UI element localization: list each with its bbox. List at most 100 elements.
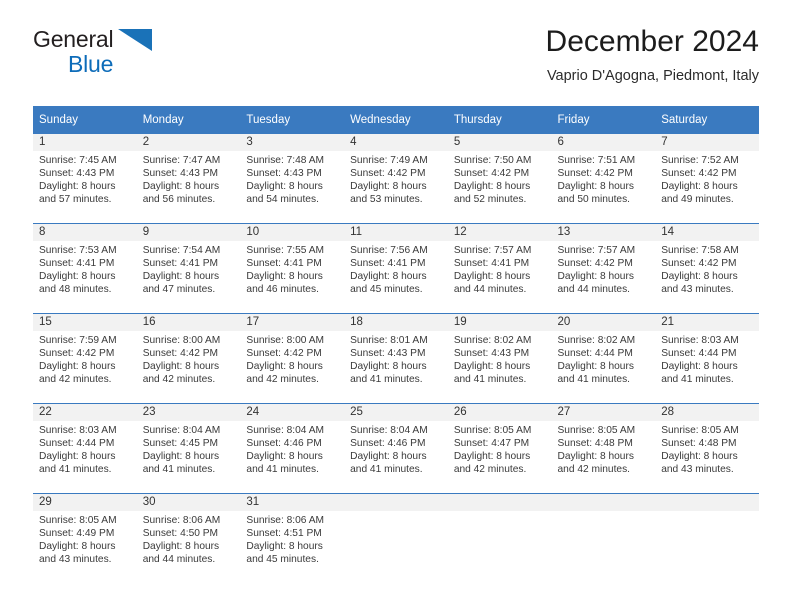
sunset-time: Sunset: 4:41 PM [246, 258, 322, 270]
calendar-day[interactable]: 14 Sunrise: 7:58 AM Sunset: 4:42 PM Dayligh… [655, 224, 759, 313]
daylight-duration-line1: Daylight: 8 hours [142, 451, 220, 463]
calendar-day[interactable]: 29 Sunrise: 8:05 AM Sunset: 4:49 PM Dayligh… [33, 494, 137, 583]
calendar-day[interactable]: 30 Sunrise: 8:06 AM Sunset: 4:50 PM Dayligh… [136, 494, 241, 583]
sunset-time: Sunset: 4:46 PM [350, 438, 426, 450]
brand-logo[interactable]: General Blue [33, 26, 253, 86]
calendar-cell: 13 Sunrise: 7:57 AM Sunset: 4:42 PM Dayligh… [551, 223, 656, 314]
calendar-day[interactable]: 17 Sunrise: 8:00 AM Sunset: 4:42 PM Dayligh… [240, 314, 345, 403]
day-details: Sunrise: 7:51 AM Sunset: 4:42 PM Daylight:… [552, 151, 656, 206]
sunset-time: Sunset: 4:44 PM [557, 348, 633, 360]
sunset-time: Sunset: 4:46 PM [246, 438, 322, 450]
calendar-day[interactable]: 11 Sunrise: 7:56 AM Sunset: 4:41 PM Dayligh… [344, 224, 448, 313]
sunset-time: Sunset: 4:45 PM [142, 438, 219, 450]
calendar-cell: 30 Sunrise: 8:06 AM Sunset: 4:50 PM Dayligh… [136, 493, 241, 583]
calendar-day[interactable]: 23 Sunrise: 8:04 AM Sunset: 4:45 PM Dayligh… [136, 404, 241, 493]
weekday-header-row: Sunday Monday Tuesday Wednesday Thursday… [33, 106, 759, 134]
calendar-week-row: 22 Sunrise: 8:03 AM Sunset: 4:44 PM Dayligh… [33, 403, 759, 494]
page-header: General Blue December 2024 Vaprio D'Agog… [33, 25, 759, 98]
sunset-time: Sunset: 4:42 PM [246, 348, 322, 360]
daylight-duration-line1: Daylight: 8 hours [246, 361, 323, 373]
sunrise-time: Sunrise: 7:48 AM [246, 155, 324, 166]
calendar-day[interactable]: 26 Sunrise: 8:05 AM Sunset: 4:47 PM Dayligh… [447, 404, 552, 493]
daylight-duration-line1: Daylight: 8 hours [39, 541, 116, 553]
calendar-day[interactable]: 13 Sunrise: 7:57 AM Sunset: 4:42 PM Dayligh… [551, 224, 656, 313]
calendar-day[interactable]: 15 Sunrise: 7:59 AM Sunset: 4:42 PM Dayligh… [33, 314, 137, 403]
calendar-day[interactable]: 25 Sunrise: 8:04 AM Sunset: 4:46 PM Dayligh… [344, 404, 448, 493]
calendar-day[interactable]: 4 Sunrise: 7:49 AM Sunset: 4:42 PM Daylight… [344, 134, 448, 223]
calendar-day[interactable]: 12 Sunrise: 7:57 AM Sunset: 4:41 PM Dayligh… [447, 224, 552, 313]
sunset-time: Sunset: 4:43 PM [350, 348, 426, 360]
calendar-day-empty [551, 494, 656, 583]
daylight-duration-line2: and 46 minutes. [246, 284, 319, 296]
calendar-day[interactable]: 28 Sunrise: 8:05 AM Sunset: 4:48 PM Dayligh… [655, 404, 759, 493]
daylight-duration-line1: Daylight: 8 hours [39, 181, 116, 193]
daylight-duration-line1: Daylight: 8 hours [142, 541, 220, 553]
day-details: Sunrise: 8:05 AM Sunset: 4:48 PM Daylight:… [655, 421, 759, 476]
page-subtitle: Vaprio D'Agogna, Piedmont, Italy [546, 68, 759, 84]
daylight-duration-line2: and 44 minutes. [453, 284, 527, 296]
day-number: 1 [33, 134, 137, 151]
calendar-day[interactable]: 22 Sunrise: 8:03 AM Sunset: 4:44 PM Dayligh… [33, 404, 137, 493]
day-details: Sunrise: 8:04 AM Sunset: 4:45 PM Daylight:… [137, 421, 241, 476]
weekday-header-wednesday: Wednesday [344, 106, 448, 134]
calendar-day[interactable]: 18 Sunrise: 8:01 AM Sunset: 4:43 PM Dayligh… [344, 314, 448, 403]
calendar-cell: 8 Sunrise: 7:53 AM Sunset: 4:41 PM Daylight… [33, 223, 137, 314]
sunrise-time: Sunrise: 8:06 AM [246, 515, 324, 526]
sunrise-time: Sunrise: 7:45 AM [39, 155, 117, 166]
calendar-day[interactable]: 10 Sunrise: 7:55 AM Sunset: 4:41 PM Dayligh… [240, 224, 345, 313]
calendar-day[interactable]: 5 Sunrise: 7:50 AM Sunset: 4:42 PM Daylight… [447, 134, 552, 223]
calendar-day-empty [655, 494, 759, 583]
calendar-cell [655, 493, 759, 583]
calendar-cell [344, 493, 448, 583]
sunrise-time: Sunrise: 7:52 AM [661, 155, 739, 166]
calendar-cell: 12 Sunrise: 7:57 AM Sunset: 4:41 PM Dayligh… [447, 223, 552, 314]
day-number [344, 494, 448, 511]
day-number: 28 [655, 404, 759, 421]
daylight-duration-line2: and 57 minutes. [39, 194, 112, 206]
daylight-duration-line2: and 53 minutes. [350, 194, 423, 206]
daylight-duration-line2: and 41 minutes. [453, 374, 527, 386]
sunset-time: Sunset: 4:51 PM [246, 528, 322, 540]
day-number: 13 [551, 224, 656, 241]
sunset-time: Sunset: 4:42 PM [557, 258, 633, 270]
page-title: December 2024 [545, 25, 759, 58]
day-details: Sunrise: 8:00 AM Sunset: 4:42 PM Daylight:… [240, 331, 344, 386]
calendar-day[interactable]: 20 Sunrise: 8:02 AM Sunset: 4:44 PM Dayligh… [551, 314, 656, 403]
daylight-duration-line2: and 41 minutes. [661, 374, 734, 386]
calendar-cell: 11 Sunrise: 7:56 AM Sunset: 4:41 PM Dayligh… [344, 223, 448, 314]
calendar-cell: 10 Sunrise: 7:55 AM Sunset: 4:41 PM Dayligh… [240, 223, 345, 314]
daylight-duration-line2: and 41 minutes. [246, 464, 319, 476]
sunrise-time: Sunrise: 8:04 AM [142, 425, 221, 436]
sunrise-time: Sunrise: 7:57 AM [453, 245, 532, 256]
day-details: Sunrise: 7:55 AM Sunset: 4:41 PM Daylight:… [240, 241, 344, 296]
calendar-cell: 3 Sunrise: 7:48 AM Sunset: 4:43 PM Daylight… [240, 133, 345, 224]
calendar-day[interactable]: 27 Sunrise: 8:05 AM Sunset: 4:48 PM Dayligh… [551, 404, 656, 493]
calendar-day[interactable]: 2 Sunrise: 7:47 AM Sunset: 4:43 PM Daylight… [136, 134, 241, 223]
calendar-day[interactable]: 24 Sunrise: 8:04 AM Sunset: 4:46 PM Dayligh… [240, 404, 345, 493]
calendar-day[interactable]: 1 Sunrise: 7:45 AM Sunset: 4:43 PM Daylight… [33, 134, 137, 223]
calendar-day[interactable]: 8 Sunrise: 7:53 AM Sunset: 4:41 PM Daylight… [33, 224, 137, 313]
calendar-cell: 24 Sunrise: 8:04 AM Sunset: 4:46 PM Dayligh… [240, 403, 345, 494]
calendar-cell: 21 Sunrise: 8:03 AM Sunset: 4:44 PM Dayligh… [655, 313, 759, 404]
sunrise-time: Sunrise: 8:00 AM [142, 335, 221, 346]
daylight-duration-line2: and 41 minutes. [39, 464, 112, 476]
day-number: 2 [136, 134, 241, 151]
daylight-duration-line1: Daylight: 8 hours [661, 181, 738, 193]
day-number: 22 [33, 404, 137, 421]
day-number: 10 [240, 224, 345, 241]
calendar-day[interactable]: 31 Sunrise: 8:06 AM Sunset: 4:51 PM Dayligh… [240, 494, 345, 583]
calendar-day[interactable]: 6 Sunrise: 7:51 AM Sunset: 4:42 PM Daylight… [551, 134, 656, 223]
day-number: 29 [33, 494, 137, 511]
calendar-day[interactable]: 21 Sunrise: 8:03 AM Sunset: 4:44 PM Dayligh… [655, 314, 759, 403]
day-details: Sunrise: 8:05 AM Sunset: 4:48 PM Daylight:… [552, 421, 656, 476]
calendar-day[interactable]: 16 Sunrise: 8:00 AM Sunset: 4:42 PM Dayligh… [136, 314, 241, 403]
calendar-day[interactable]: 3 Sunrise: 7:48 AM Sunset: 4:43 PM Daylight… [240, 134, 345, 223]
calendar-week-row: 29 Sunrise: 8:05 AM Sunset: 4:49 PM Dayligh… [33, 493, 759, 583]
sunset-time: Sunset: 4:41 PM [453, 258, 530, 270]
day-number: 9 [136, 224, 241, 241]
calendar-day[interactable]: 9 Sunrise: 7:54 AM Sunset: 4:41 PM Daylight… [136, 224, 241, 313]
calendar-cell: 15 Sunrise: 7:59 AM Sunset: 4:42 PM Dayligh… [33, 313, 137, 404]
calendar-day[interactable]: 19 Sunrise: 8:02 AM Sunset: 4:43 PM Dayligh… [447, 314, 552, 403]
day-details: Sunrise: 8:02 AM Sunset: 4:43 PM Daylight:… [448, 331, 552, 386]
calendar-day[interactable]: 7 Sunrise: 7:52 AM Sunset: 4:42 PM Daylight… [655, 134, 759, 223]
